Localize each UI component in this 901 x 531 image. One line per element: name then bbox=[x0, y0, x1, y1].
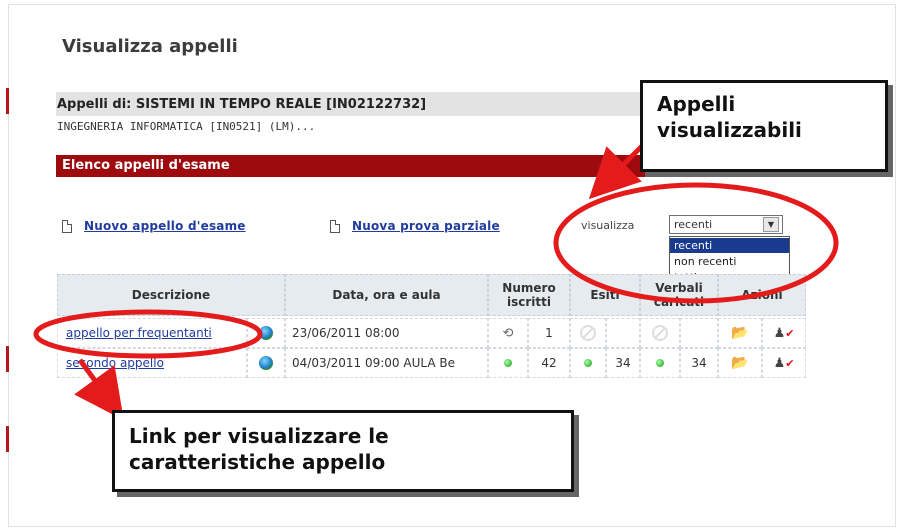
callout-line: caratteristiche appello bbox=[129, 450, 386, 474]
highlight-ellipse bbox=[553, 182, 839, 304]
callout-line: Link per visualizzare le bbox=[129, 424, 389, 448]
arrow-annotation bbox=[74, 358, 124, 421]
highlight-ellipse bbox=[33, 309, 263, 359]
callout-line: visualizzabili bbox=[657, 118, 802, 142]
callout-line: Appelli bbox=[657, 92, 736, 116]
callout-visible-exams: Appelli visualizzabili bbox=[640, 80, 888, 172]
callout-detail-link: Link per visualizzare le caratteristiche… bbox=[112, 410, 574, 492]
